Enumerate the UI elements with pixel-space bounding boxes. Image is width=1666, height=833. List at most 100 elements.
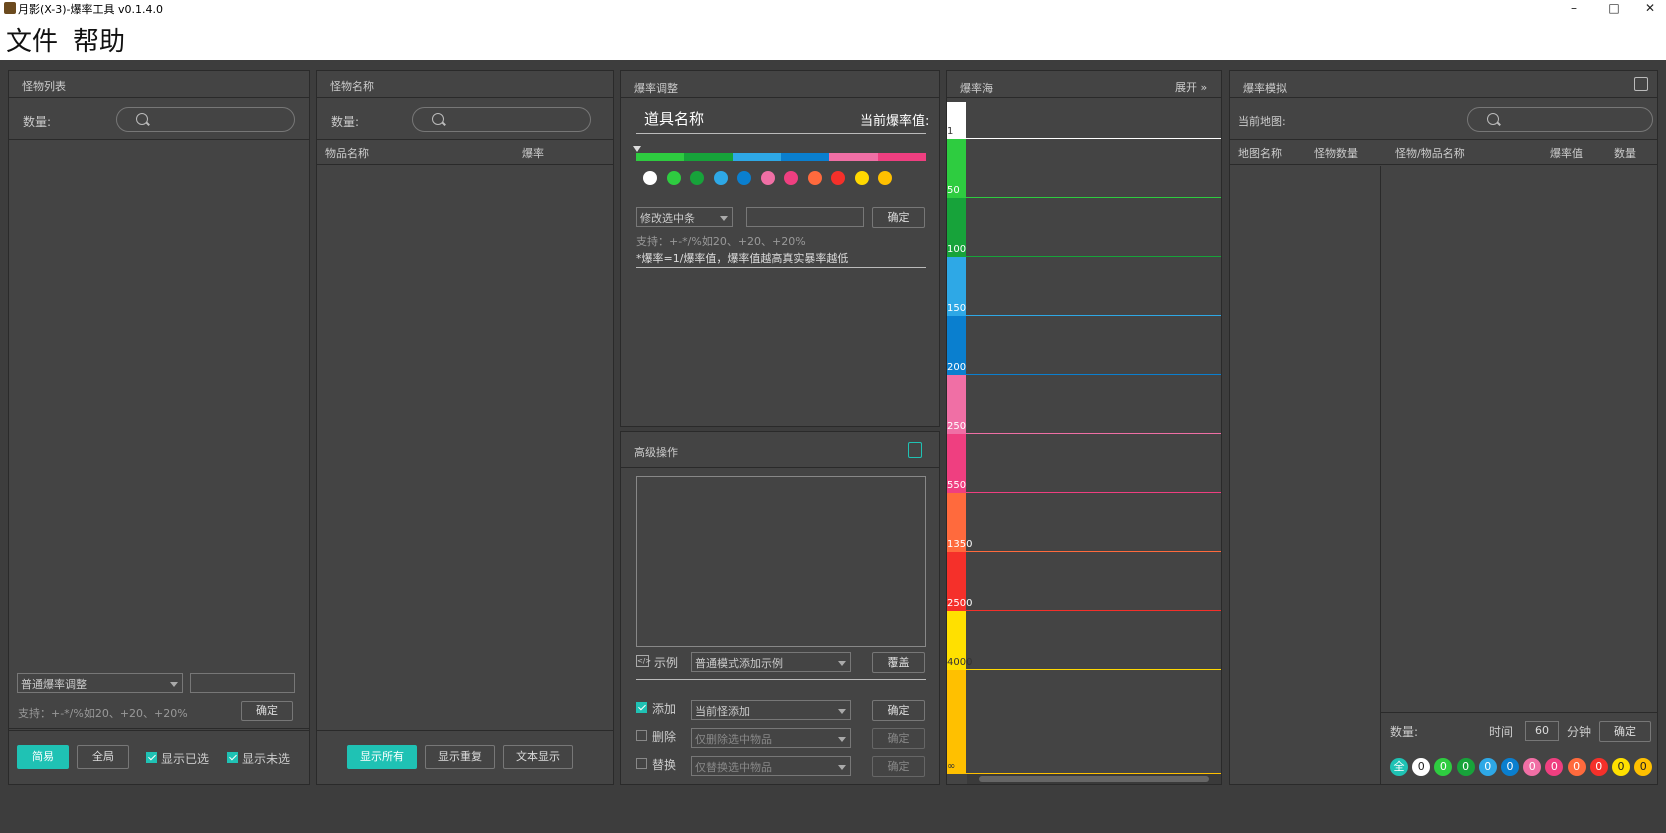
maximize-button[interactable]: □ xyxy=(1595,0,1633,17)
monster-list[interactable] xyxy=(9,139,309,729)
filter-count-badge[interactable]: 0 xyxy=(1478,758,1497,776)
color-dot[interactable] xyxy=(760,171,775,185)
search-input[interactable] xyxy=(1467,107,1653,132)
color-dot[interactable] xyxy=(784,171,798,185)
rate-band-label: 200 xyxy=(947,362,967,373)
filter-count-badge[interactable]: 0 xyxy=(1501,758,1519,776)
replace-checkbox[interactable] xyxy=(636,758,647,769)
filter-count-badge[interactable]: 0 xyxy=(1545,758,1564,776)
minimize-button[interactable]: – xyxy=(1555,0,1593,17)
global-button[interactable]: 全局 xyxy=(77,745,129,769)
horizontal-scrollbar[interactable] xyxy=(967,774,1221,784)
search-icon xyxy=(1487,113,1499,125)
menu-file[interactable]: 文件 xyxy=(6,21,58,58)
rate-bar-segment[interactable] xyxy=(877,153,926,161)
scrollbar-thumb[interactable] xyxy=(979,776,1209,782)
adjust-mode-select[interactable]: 普通爆率调整 xyxy=(17,673,183,693)
notes-icon[interactable] xyxy=(908,442,922,458)
column-rate-value[interactable]: 爆率值 xyxy=(1550,145,1583,161)
adjust-value-input[interactable] xyxy=(190,673,295,693)
replace-label: 替换 xyxy=(652,758,677,772)
code-icon: </> xyxy=(636,655,652,667)
rate-color-bar[interactable] xyxy=(636,153,926,161)
panel-title: 高级操作 xyxy=(621,432,939,468)
count-label: 数量: xyxy=(331,115,360,129)
example-select[interactable]: 普通模式添加示例 xyxy=(691,652,851,672)
replace-select[interactable]: 仅替换选中物品 xyxy=(691,756,851,776)
simple-button[interactable]: 简易 xyxy=(17,745,69,769)
script-textarea[interactable] xyxy=(636,476,926,647)
rate-band-label: 2500 xyxy=(947,598,973,609)
filter-count-badge[interactable]: 0 xyxy=(1523,758,1542,776)
search-input[interactable] xyxy=(116,107,295,132)
show-unselected-checkbox[interactable] xyxy=(227,752,238,763)
show-duplicate-button[interactable]: 显示重复 xyxy=(425,745,495,769)
filter-all[interactable]: 全 xyxy=(1390,758,1408,776)
color-dot[interactable] xyxy=(854,171,869,185)
filter-count-badge[interactable]: 0 xyxy=(1589,758,1608,776)
color-dot-row xyxy=(621,171,939,187)
slider-handle-icon[interactable] xyxy=(633,146,641,152)
delete-checkbox[interactable] xyxy=(636,730,647,741)
rate-bar-segment[interactable] xyxy=(829,153,878,161)
show-selected-checkbox[interactable] xyxy=(146,752,157,763)
time-label: 时间 xyxy=(1489,725,1514,739)
search-input[interactable] xyxy=(412,107,591,132)
column-monster-item-name[interactable]: 怪物/物品名称 xyxy=(1395,145,1465,161)
add-confirm-button[interactable]: 确定 xyxy=(872,700,925,721)
confirm-button[interactable]: 确定 xyxy=(872,207,925,228)
rate-bar-segment[interactable] xyxy=(636,153,685,161)
show-all-button[interactable]: 显示所有 xyxy=(347,745,417,769)
minute-label: 分钟 xyxy=(1567,725,1592,739)
color-dot[interactable] xyxy=(807,171,822,185)
rate-band-line xyxy=(966,138,1221,139)
export-icon[interactable] xyxy=(1634,77,1648,91)
time-input[interactable]: 60 xyxy=(1525,721,1559,741)
color-dot[interactable] xyxy=(666,171,681,185)
rate-bar-segment[interactable] xyxy=(780,153,830,161)
rate-bar-segment[interactable] xyxy=(684,153,733,161)
column-item-name[interactable]: 物品名称 xyxy=(325,145,369,161)
column-map-name[interactable]: 地图名称 xyxy=(1238,145,1282,161)
rate-band-line xyxy=(966,256,1221,257)
delete-confirm-button[interactable]: 确定 xyxy=(872,728,925,749)
column-monster-count[interactable]: 怪物数量 xyxy=(1314,145,1358,161)
expand-button[interactable]: 展开 » xyxy=(1175,79,1207,95)
delete-select[interactable]: 仅删除选中物品 xyxy=(691,728,851,748)
color-dot[interactable] xyxy=(643,171,657,185)
filter-count-badge[interactable]: 0 xyxy=(1612,758,1630,776)
rate-bar-segment[interactable] xyxy=(732,153,781,161)
column-rate[interactable]: 爆率 xyxy=(522,145,544,161)
overwrite-button[interactable]: 覆盖 xyxy=(872,652,925,673)
confirm-button[interactable]: 确定 xyxy=(241,701,293,721)
simulation-panel: 爆率模拟 当前地图: 地图名称 怪物数量 怪物/物品名称 爆率值 数量 数量: … xyxy=(1229,70,1658,785)
search-icon xyxy=(432,113,444,125)
text-display-button[interactable]: 文本显示 xyxy=(503,745,573,769)
map-label: 当前地图: xyxy=(1238,115,1286,128)
color-dot[interactable] xyxy=(831,171,845,185)
color-dot[interactable] xyxy=(713,171,728,185)
modify-value-input[interactable] xyxy=(746,207,864,227)
replace-confirm-button[interactable]: 确定 xyxy=(872,756,925,777)
modify-mode-select[interactable]: 修改选中条 xyxy=(636,207,733,227)
rate-band-line xyxy=(966,315,1221,316)
add-select[interactable]: 当前怪添加 xyxy=(691,700,851,720)
add-checkbox[interactable] xyxy=(636,702,647,713)
filter-count-badge[interactable]: 0 xyxy=(1634,758,1653,776)
item-name-label: 道具名称 xyxy=(644,110,705,128)
confirm-button[interactable]: 确定 xyxy=(1599,721,1651,742)
expand-label: 展开 xyxy=(1175,81,1197,94)
color-dot[interactable] xyxy=(690,171,704,185)
close-button[interactable]: ✕ xyxy=(1631,0,1666,17)
rate-band-label: 250 xyxy=(947,421,967,432)
filter-count-badge[interactable]: 0 xyxy=(1567,758,1586,776)
menu-help[interactable]: 帮助 xyxy=(73,21,125,58)
color-dot[interactable] xyxy=(878,171,892,185)
rate-band-label: 1 xyxy=(947,126,954,137)
color-dot[interactable] xyxy=(737,171,751,185)
filter-count-badge[interactable]: 0 xyxy=(1412,758,1431,776)
filter-count-badge[interactable]: 0 xyxy=(1456,758,1475,776)
divider xyxy=(1380,712,1657,713)
column-quantity[interactable]: 数量 xyxy=(1614,145,1636,161)
filter-count-badge[interactable]: 0 xyxy=(1434,758,1453,776)
